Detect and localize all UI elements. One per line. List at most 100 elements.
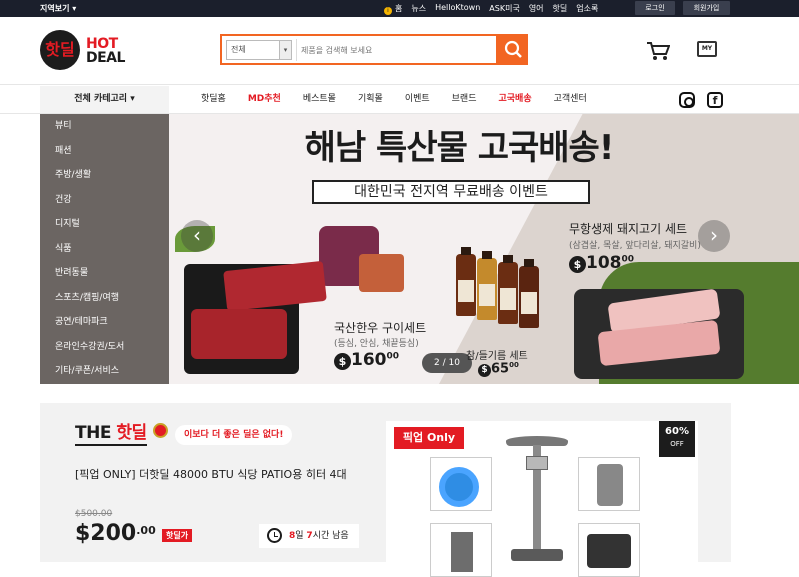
sidebar-item-kitchen[interactable]: 주방/생활 bbox=[40, 163, 169, 188]
reflector-image bbox=[439, 467, 479, 507]
chevron-down-icon: ▾ bbox=[279, 41, 291, 59]
nav-brand[interactable]: 브랜드 bbox=[452, 86, 477, 113]
nav-links: 핫딜홈 MD추천 베스트몰 기획몰 이벤트 브랜드 고국배송 고객센터 bbox=[201, 86, 609, 113]
top-link-english[interactable]: 영어 bbox=[529, 3, 544, 15]
category-sidebar: 뷰티 패션 주방/생활 건강 디지털 식품 반려동물 스포츠/캠핑/여행 공연/… bbox=[40, 114, 169, 384]
chevron-down-icon: ▾ bbox=[72, 4, 77, 13]
control-box-image bbox=[597, 464, 623, 506]
top-bar: 지역보기 ▾ i홈 뉴스 HelloKtown ASK미국 영어 핫딜 업소록 … bbox=[0, 0, 799, 17]
oil-price-cents: 00 bbox=[509, 361, 519, 369]
deal-price-value: $200 bbox=[75, 521, 137, 546]
nav-special-mall[interactable]: 기획몰 bbox=[358, 86, 383, 113]
deal-title[interactable]: [픽업 ONLY] 더핫딜 48000 BTU 식당 PATIO용 히터 4대 bbox=[75, 466, 347, 482]
banner-prev-button[interactable]: ‹ bbox=[181, 220, 213, 252]
deal-catchphrase: 이보다 더 좋은 딜은 없다! bbox=[175, 425, 293, 445]
heater-base-image bbox=[511, 549, 563, 561]
timer-hours-unit: 시간 남음 bbox=[312, 531, 349, 541]
top-link-directory[interactable]: 업소록 bbox=[576, 3, 598, 15]
pork-set-name: 무항생제 돼지고기 세트 bbox=[569, 222, 688, 236]
main-nav: 전체 카테고리 ▾ 핫딜홈 MD추천 베스트몰 기획몰 이벤트 브랜드 고국배송… bbox=[0, 86, 799, 114]
sidebar-item-fashion[interactable]: 패션 bbox=[40, 139, 169, 164]
oil-price-value: 65 bbox=[491, 361, 510, 377]
deal-price-tag: 핫딜가 bbox=[162, 529, 193, 542]
discount-off-label: OFF bbox=[670, 440, 684, 448]
top-link-ask[interactable]: ASK미국 bbox=[489, 3, 520, 15]
search-bar: 전체 ▾ bbox=[220, 34, 498, 65]
cart-button[interactable] bbox=[646, 41, 671, 65]
dollar-icon: $ bbox=[478, 364, 491, 378]
oil-bottle-image bbox=[456, 247, 476, 316]
search-category-select[interactable]: 전체 ▾ bbox=[226, 40, 292, 60]
top-link-home[interactable]: i홈 bbox=[384, 3, 402, 15]
deal-timer: 8일 7시간 남음 bbox=[259, 524, 359, 548]
oil-price: $6500 bbox=[478, 361, 519, 378]
region-label: 지역보기 bbox=[40, 4, 70, 13]
banner-next-button[interactable]: › bbox=[698, 220, 730, 252]
deal-product-image[interactable]: 픽업 Only 60% OFF bbox=[386, 421, 698, 577]
beef-image bbox=[191, 309, 287, 359]
instagram-icon[interactable] bbox=[679, 92, 695, 108]
heater-base-thumb bbox=[578, 523, 640, 577]
beef-price-cents: 00 bbox=[386, 351, 400, 362]
hero-banner[interactable]: 해남 특산물 고국배송! 대한민국 전지역 무료배송 이벤트 국산한우 구이세트… bbox=[169, 114, 799, 384]
search-button[interactable] bbox=[498, 34, 528, 65]
sidebar-item-etc[interactable]: 기타/쿠폰/서비스 bbox=[40, 359, 169, 384]
pork-price: $10800 bbox=[569, 253, 634, 273]
nav-customer-center[interactable]: 고객센터 bbox=[554, 86, 587, 113]
login-button[interactable]: 로그인 bbox=[635, 1, 675, 15]
logo-hot: HOT bbox=[86, 36, 118, 52]
beef-set-name: 국산한우 구이세트 bbox=[334, 321, 427, 335]
alarm-clock-icon bbox=[267, 528, 282, 543]
base-image bbox=[587, 534, 631, 568]
facebook-icon[interactable]: f bbox=[707, 92, 723, 108]
header: 핫딜 HOT DEAL 전체 ▾ MY bbox=[0, 17, 799, 85]
beef-price: $16000 bbox=[334, 350, 399, 370]
all-categories-button[interactable]: 전체 카테고리 ▾ bbox=[40, 86, 169, 113]
heater-reflector-thumb bbox=[430, 457, 492, 511]
pickup-only-badge: 픽업 Only bbox=[394, 427, 464, 449]
nav-best-mall[interactable]: 베스트몰 bbox=[303, 86, 336, 113]
deal-price-cents: .00 bbox=[136, 524, 156, 537]
sidebar-item-sports[interactable]: 스포츠/캠핑/여행 bbox=[40, 286, 169, 311]
my-page-button[interactable]: MY bbox=[697, 41, 717, 57]
medal-icon bbox=[153, 423, 168, 438]
discount-percent: 60% bbox=[665, 426, 689, 437]
sidebar-item-shows[interactable]: 공연/테마파크 bbox=[40, 310, 169, 335]
dollar-icon: $ bbox=[334, 353, 351, 370]
logo-deal: DEAL bbox=[86, 50, 125, 66]
deal-price: $200.00 bbox=[75, 521, 156, 546]
nav-md-pick[interactable]: MD추천 bbox=[248, 86, 281, 113]
logo-mark: 핫딜 bbox=[40, 30, 80, 70]
pork-price-cents: 00 bbox=[621, 254, 635, 265]
heater-box-image bbox=[526, 456, 548, 470]
discount-badge: 60% OFF bbox=[659, 421, 695, 457]
dollar-icon: $ bbox=[569, 256, 586, 273]
caret-down-icon: ▾ bbox=[130, 94, 135, 104]
chevron-left-icon: ‹ bbox=[193, 223, 201, 247]
top-link-helloktown[interactable]: HelloKtown bbox=[435, 3, 480, 15]
top-links: i홈 뉴스 HelloKtown ASK미국 영어 핫딜 업소록 bbox=[384, 3, 598, 15]
sidebar-item-digital[interactable]: 디지털 bbox=[40, 212, 169, 237]
sidebar-item-beauty[interactable]: 뷰티 bbox=[40, 114, 169, 139]
region-selector[interactable]: 지역보기 ▾ bbox=[40, 3, 76, 14]
nav-event[interactable]: 이벤트 bbox=[405, 86, 430, 113]
cart-icon bbox=[647, 42, 671, 60]
sidebar-item-food[interactable]: 식품 bbox=[40, 237, 169, 262]
beef-price-value: 160 bbox=[351, 350, 387, 370]
nav-home-delivery[interactable]: 고국배송 bbox=[499, 86, 532, 113]
sidebar-item-health[interactable]: 건강 bbox=[40, 188, 169, 213]
signup-button[interactable]: 회원가입 bbox=[683, 1, 730, 15]
top-link-news[interactable]: 뉴스 bbox=[411, 3, 426, 15]
sidebar-item-courses[interactable]: 온라인수강권/도서 bbox=[40, 335, 169, 360]
oil-bottle-image bbox=[498, 255, 518, 324]
oil-set-name: 참/들기름 세트 bbox=[466, 351, 528, 362]
oil-bottle-image bbox=[519, 259, 539, 328]
banner-title: 해남 특산물 고국배송! bbox=[304, 128, 615, 168]
the-hotdeal-logo: THE 핫딜 bbox=[75, 422, 147, 446]
nav-hotdeal-home[interactable]: 핫딜홈 bbox=[201, 86, 226, 113]
deal-old-price: $500.00 bbox=[75, 509, 113, 519]
top-link-hotdeal[interactable]: 핫딜 bbox=[553, 3, 568, 15]
sidebar-item-pets[interactable]: 반려동물 bbox=[40, 261, 169, 286]
search-input[interactable] bbox=[296, 39, 494, 61]
timer-days-unit: 일 bbox=[295, 531, 307, 541]
